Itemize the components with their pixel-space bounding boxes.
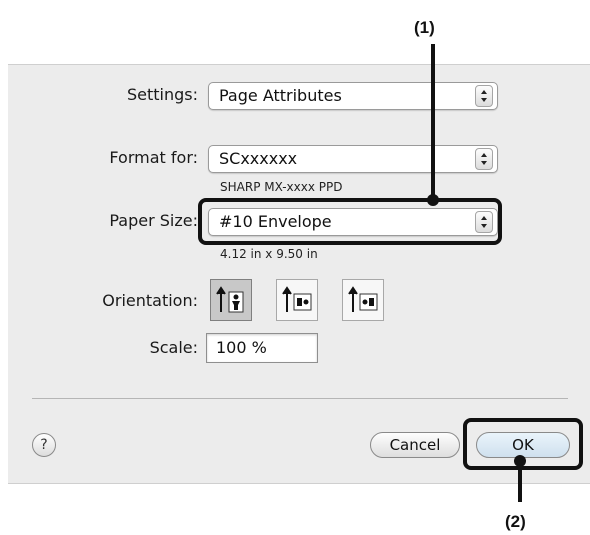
callout-1-box: [198, 198, 502, 245]
divider: [32, 398, 568, 399]
scale-label: Scale:: [149, 338, 198, 357]
landscape-left-orientation-icon: [282, 286, 312, 312]
orientation-landscape-right-button[interactable]: [342, 279, 384, 321]
orientation-portrait-button[interactable]: [210, 279, 252, 321]
format-for-popup[interactable]: SCxxxxxx: [208, 145, 498, 173]
help-button[interactable]: ?: [32, 433, 56, 457]
callout-1-label: (1): [414, 18, 435, 37]
settings-label: Settings:: [126, 85, 198, 104]
portrait-orientation-icon: [216, 286, 244, 313]
paper-dimensions: 4.12 in x 9.50 in: [220, 247, 318, 261]
landscape-right-orientation-icon: [348, 286, 378, 312]
orientation-landscape-left-button[interactable]: [276, 279, 318, 321]
callout-2-label: (2): [505, 512, 526, 531]
printer-description: SHARP MX-xxxx PPD: [220, 180, 343, 194]
scale-value: 100 %: [216, 338, 267, 357]
scale-input[interactable]: 100 %: [206, 333, 318, 363]
callout-1-line: [431, 44, 435, 196]
paper-size-label: Paper Size:: [109, 211, 198, 230]
settings-popup[interactable]: Page Attributes: [208, 82, 498, 110]
settings-value: Page Attributes: [219, 86, 342, 105]
updown-arrows-icon: [475, 85, 493, 107]
callout-2-line: [518, 460, 522, 502]
updown-arrows-icon: [475, 148, 493, 170]
orientation-label: Orientation:: [102, 291, 198, 310]
format-for-label: Format for:: [109, 148, 198, 167]
cancel-button[interactable]: Cancel: [370, 432, 460, 458]
format-for-value: SCxxxxxx: [219, 149, 298, 168]
